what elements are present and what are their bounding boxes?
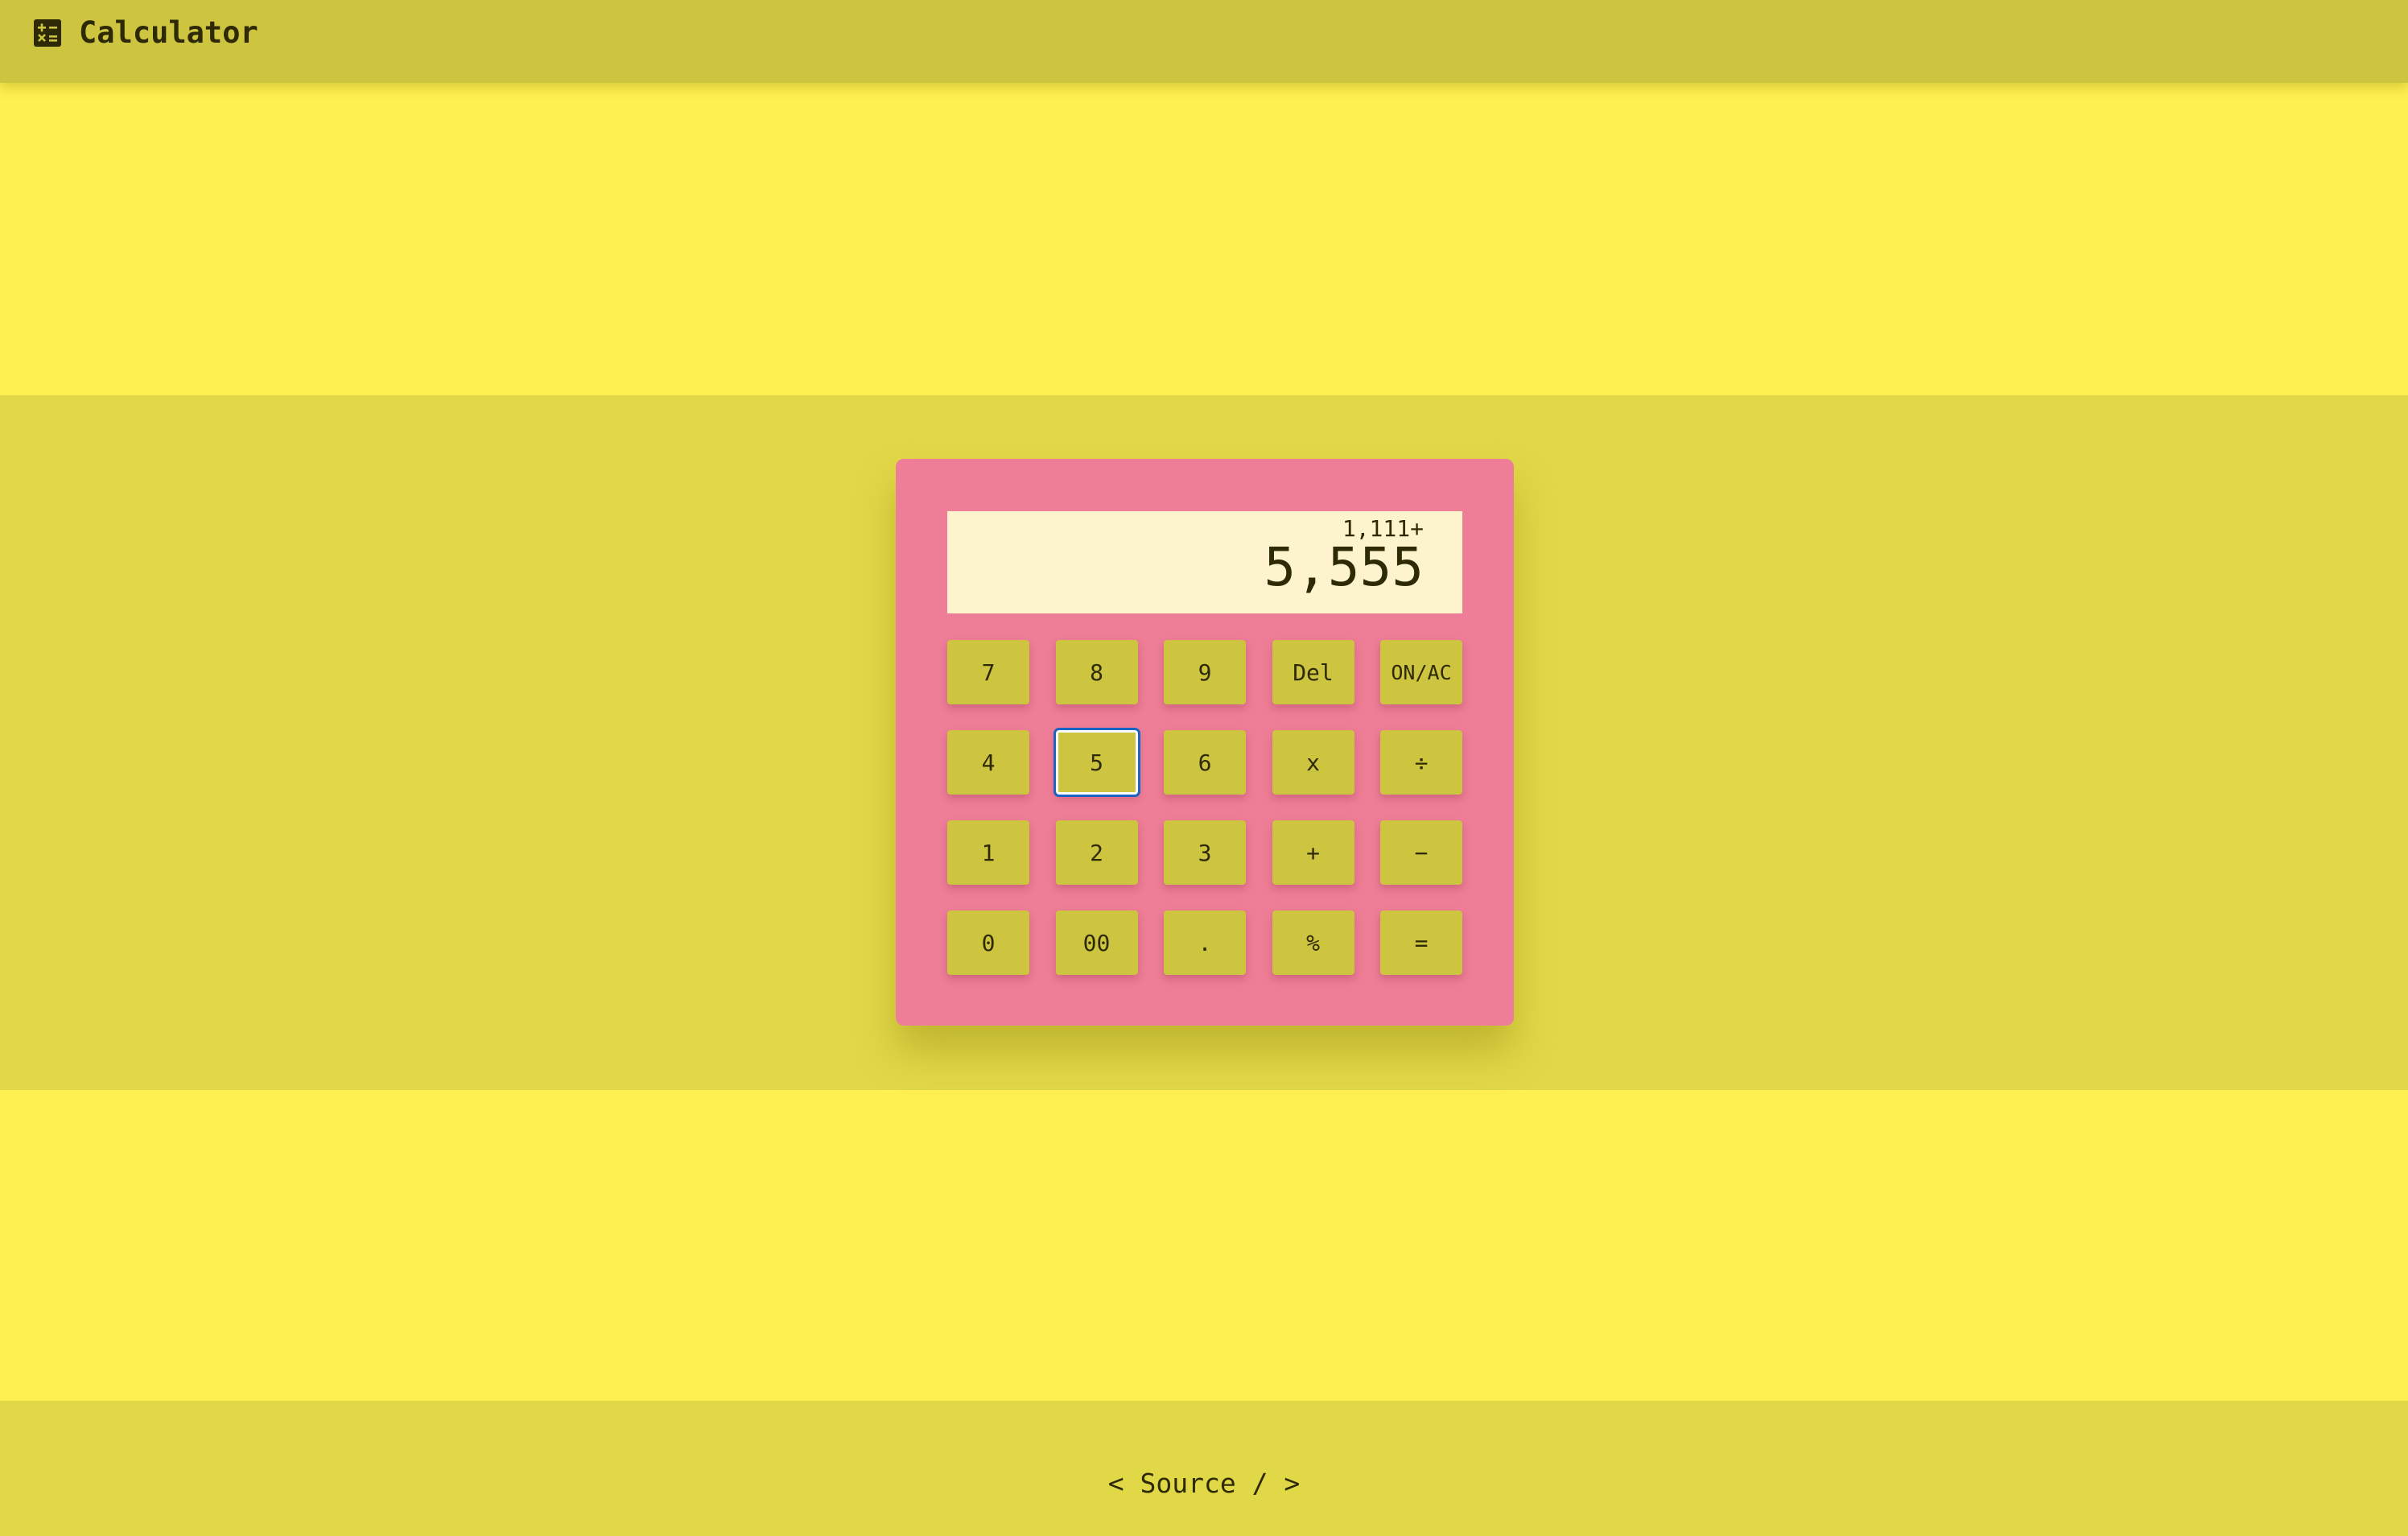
key-double-zero[interactable]: 00 bbox=[1055, 910, 1138, 975]
key-1[interactable]: 1 bbox=[947, 820, 1029, 885]
key-add[interactable]: + bbox=[1272, 820, 1354, 885]
calculator-icon bbox=[34, 19, 61, 47]
keypad: 7 8 9 Del ON/AC 4 5 6 x ÷ 1 2 3 + − 0 00… bbox=[947, 640, 1462, 975]
key-0[interactable]: 0 bbox=[947, 910, 1029, 975]
key-7[interactable]: 7 bbox=[947, 640, 1029, 704]
key-on-ac[interactable]: ON/AC bbox=[1380, 640, 1462, 704]
app-header: Calculator bbox=[0, 0, 2408, 83]
key-4[interactable]: 4 bbox=[947, 730, 1029, 795]
source-link[interactable]: < Source / > bbox=[1108, 1468, 1300, 1499]
footer-link-container: < Source / > bbox=[0, 1461, 2408, 1506]
key-6[interactable]: 6 bbox=[1164, 730, 1246, 795]
key-equals[interactable]: = bbox=[1380, 910, 1462, 975]
key-5[interactable]: 5 bbox=[1053, 728, 1140, 797]
key-3[interactable]: 3 bbox=[1164, 820, 1246, 885]
key-percent[interactable]: % bbox=[1272, 910, 1354, 975]
key-8[interactable]: 8 bbox=[1055, 640, 1138, 704]
calculator-display: 1,111+ 5,555 bbox=[947, 511, 1462, 613]
key-subtract[interactable]: − bbox=[1380, 820, 1462, 885]
key-divide[interactable]: ÷ bbox=[1380, 730, 1462, 795]
app-title: Calculator bbox=[79, 15, 258, 50]
key-decimal[interactable]: . bbox=[1164, 910, 1246, 975]
key-2[interactable]: 2 bbox=[1055, 820, 1138, 885]
key-9[interactable]: 9 bbox=[1164, 640, 1246, 704]
key-delete[interactable]: Del bbox=[1272, 640, 1354, 704]
display-value: 5,555 bbox=[1264, 536, 1424, 598]
key-multiply[interactable]: x bbox=[1272, 730, 1354, 795]
calculator: 1,111+ 5,555 7 8 9 Del ON/AC 4 5 6 x ÷ 1… bbox=[896, 459, 1514, 1026]
